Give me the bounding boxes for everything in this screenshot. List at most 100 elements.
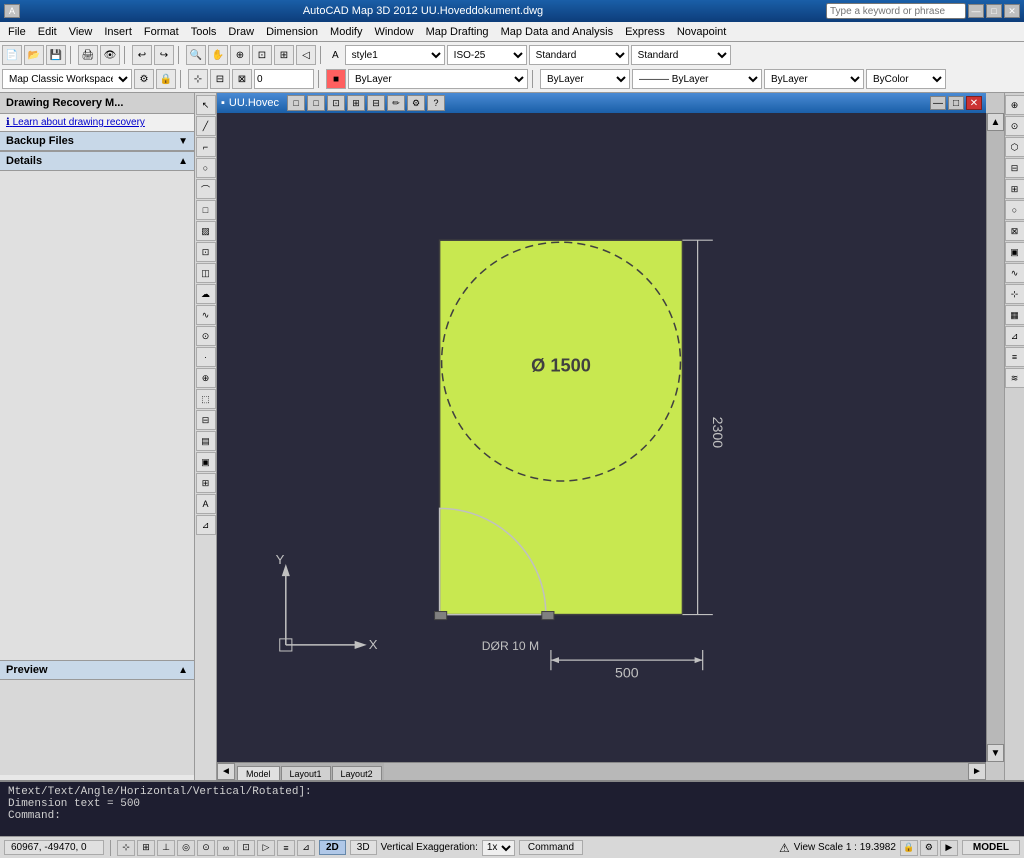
text-style2-combo[interactable]: Standard	[529, 45, 629, 65]
pan-btn[interactable]: ✋	[208, 45, 228, 65]
backup-arrow[interactable]: ▼	[178, 136, 188, 147]
doc-tool-8[interactable]: ?	[427, 95, 445, 111]
workspace-combo[interactable]: Map Classic Workspace	[2, 69, 132, 89]
rs-btn-2[interactable]: ⊙	[1005, 116, 1024, 136]
tool-point[interactable]: ·	[196, 347, 216, 367]
tool-arc[interactable]: ⌒	[196, 179, 216, 199]
scroll-down-btn[interactable]: ▼	[987, 744, 1004, 762]
snap-btn[interactable]: ⊹	[188, 69, 208, 89]
osnap-toggle[interactable]: ⊙	[197, 840, 215, 856]
lineweight-combo[interactable]: ByLayer	[764, 69, 864, 89]
linetype-combo[interactable]: ——— ByLayer	[632, 69, 762, 89]
rs-btn-10[interactable]: ⊹	[1005, 284, 1024, 304]
open-btn[interactable]: 📂	[24, 45, 44, 65]
doc-close-btn[interactable]: ✕	[966, 96, 982, 110]
tool-spline[interactable]: ∿	[196, 305, 216, 325]
rs-btn-1[interactable]: ⊕	[1005, 95, 1024, 115]
preview-arrow[interactable]: ▲	[178, 665, 188, 676]
tool-pline[interactable]: ⌐	[196, 137, 216, 157]
maximize-button[interactable]: □	[986, 4, 1002, 18]
mode-2d-btn[interactable]: 2D	[319, 840, 346, 855]
print-btn[interactable]: 🖨	[78, 45, 98, 65]
tab-layout1[interactable]: Layout1	[281, 766, 331, 780]
menu-express[interactable]: Express	[619, 25, 671, 39]
snap-toggle[interactable]: ⊹	[117, 840, 135, 856]
ortho-toggle[interactable]: ⊥	[157, 840, 175, 856]
bottom-scrollbar[interactable]: ◄ Model Layout1 Layout2 ►	[217, 762, 986, 780]
tool-attdef[interactable]: ⊟	[196, 410, 216, 430]
ws-settings-btn[interactable]: ⚙	[134, 69, 154, 89]
rs-btn-5[interactable]: ⊞	[1005, 179, 1024, 199]
extents-btn[interactable]: ⊡	[252, 45, 272, 65]
text-style-combo[interactable]: style1	[345, 45, 445, 65]
rs-btn-13[interactable]: ≡	[1005, 347, 1024, 367]
tool-boundary[interactable]: ▣	[196, 452, 216, 472]
zoom-btn[interactable]: 🔍	[186, 45, 206, 65]
color-combo[interactable]: ByLayer	[540, 69, 630, 89]
exaggeration-select[interactable]: 1x	[482, 840, 515, 856]
bylayer-color-btn[interactable]: ■	[326, 69, 346, 89]
tool-region[interactable]: ⊡	[196, 242, 216, 262]
window-btn[interactable]: ⊞	[274, 45, 294, 65]
menu-modify[interactable]: Modify	[324, 25, 368, 39]
dim-style-combo[interactable]: ISO-25	[447, 45, 527, 65]
rs-btn-3[interactable]: ⬡	[1005, 137, 1024, 157]
menu-map-drafting[interactable]: Map Drafting	[420, 25, 495, 39]
menu-view[interactable]: View	[63, 25, 99, 39]
rs-btn-9[interactable]: ∿	[1005, 263, 1024, 283]
menu-novapoint[interactable]: Novapoint	[671, 25, 733, 39]
new-btn[interactable]: 📄	[2, 45, 22, 65]
details-arrow[interactable]: ▲	[178, 156, 188, 167]
rs-btn-11[interactable]: ▦	[1005, 305, 1024, 325]
redo-btn[interactable]: ↪	[154, 45, 174, 65]
tab-layout2[interactable]: Layout2	[332, 766, 382, 780]
tool-insert[interactable]: ⊕	[196, 368, 216, 388]
plot-style-combo[interactable]: Standard	[631, 45, 731, 65]
mode-3d-btn[interactable]: 3D	[350, 840, 377, 855]
tool-line[interactable]: ╱	[196, 116, 216, 136]
save-btn[interactable]: 💾	[46, 45, 66, 65]
menu-format[interactable]: Format	[138, 25, 185, 39]
grid-toggle[interactable]: ⊞	[137, 840, 155, 856]
right-scrollbar[interactable]: ▲ ▼	[986, 113, 1004, 762]
scroll-left-btn[interactable]: ◄	[217, 763, 235, 780]
preview-btn[interactable]: 👁	[100, 45, 120, 65]
doc-tool-1[interactable]: □	[287, 95, 305, 111]
doc-tool-5[interactable]: ⊟	[367, 95, 385, 111]
minimize-button[interactable]: —	[968, 4, 984, 18]
tool-gradient[interactable]: ▤	[196, 431, 216, 451]
menu-map-data[interactable]: Map Data and Analysis	[495, 25, 620, 39]
rs-btn-12[interactable]: ⊿	[1005, 326, 1024, 346]
doc-maximize-btn[interactable]: □	[948, 96, 964, 110]
tool-circle[interactable]: ○	[196, 158, 216, 178]
tab-model[interactable]: Model	[237, 766, 280, 780]
rs-btn-6[interactable]: ○	[1005, 200, 1024, 220]
doc-tool-4[interactable]: ⊞	[347, 95, 365, 111]
layer-combo[interactable]: ByLayer	[348, 69, 528, 89]
menu-window[interactable]: Window	[368, 25, 419, 39]
tool-wipeout[interactable]: ◫	[196, 263, 216, 283]
details-section[interactable]: Details ▲	[0, 151, 194, 171]
rs-btn-14[interactable]: ≋	[1005, 368, 1024, 388]
doc-tool-2[interactable]: □	[307, 95, 325, 111]
search-input[interactable]	[826, 3, 966, 19]
tool-revcloud[interactable]: ☁	[196, 284, 216, 304]
ws-lock-btn[interactable]: 🔒	[156, 69, 176, 89]
rs-btn-7[interactable]: ⊠	[1005, 221, 1024, 241]
menu-draw[interactable]: Draw	[222, 25, 260, 39]
menu-tools[interactable]: Tools	[185, 25, 223, 39]
tmodel-toggle[interactable]: ⊿	[297, 840, 315, 856]
learn-link[interactable]: ℹ Learn about drawing recovery	[0, 114, 194, 131]
ducs-toggle[interactable]: ⊡	[237, 840, 255, 856]
tool-ellipse[interactable]: ⊙	[196, 326, 216, 346]
lw-toggle[interactable]: ≡	[277, 840, 295, 856]
otrack-toggle[interactable]: ∞	[217, 840, 235, 856]
menu-edit[interactable]: Edit	[32, 25, 63, 39]
ortho-btn[interactable]: ⊠	[232, 69, 252, 89]
doc-tool-3[interactable]: ⊡	[327, 95, 345, 111]
tool-mtext[interactable]: A	[196, 494, 216, 514]
scroll-up-btn[interactable]: ▲	[987, 113, 1004, 131]
doc-tool-6[interactable]: ✏	[387, 95, 405, 111]
doc-minimize-btn[interactable]: —	[930, 96, 946, 110]
rs-btn-8[interactable]: ▣	[1005, 242, 1024, 262]
